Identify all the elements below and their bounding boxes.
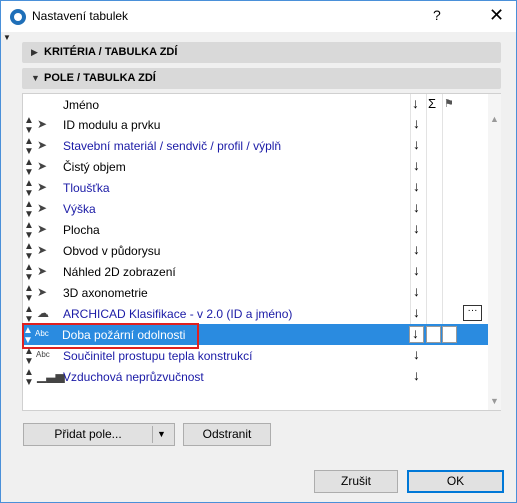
drag-handle-icon[interactable]: ▲ ▼ [24,179,34,199]
section-fields-label: POLE / TABULKA ZDÍ [44,72,156,84]
close-button[interactable]: ✕ [489,5,504,26]
scroll-up-icon[interactable]: ▲ [490,114,499,124]
field-name: Stavební materiál / sendvič / profil / v… [63,139,282,153]
table-row[interactable]: ▲ ▼ ➤ Stavební materiál / sendvič / profi… [23,135,488,157]
section-fields-header[interactable]: ▼ POLE / TABULKA ZDÍ [22,68,501,89]
field-name: Vzduchová neprůzvučnost [63,370,204,384]
field-name: ID modulu a prvku [63,118,161,132]
sum-column-header[interactable]: Σ [428,96,436,111]
sort-arrow[interactable]: ↓ [413,283,420,299]
cursor-icon: ➤ [37,243,48,257]
cancel-button[interactable]: Zrušit [314,470,398,493]
section-criteria-label: KRITÉRIA / TABULKA ZDÍ [44,46,178,58]
table-row[interactable]: ▲ ▼ ➤ Plocha ↓ [23,219,488,241]
table-row[interactable]: ▲ ▼ ➤ Náhled 2D zobrazení ↓ [23,261,488,283]
table-row[interactable]: ▲ ▼ ➤ Tloušťka ↓ [23,177,488,199]
drag-handle-icon[interactable]: ▲ ▼ [24,284,34,304]
cursor-icon: ➤ [37,138,48,152]
table-row[interactable]: ▲ ▼ ➤ ID modulu a prvku ↓ [23,114,488,136]
chevron-right-icon: ▶ [31,47,38,57]
bars-icon: ▁▃▅ [37,369,65,383]
drag-handle-icon[interactable]: ▲ ▼ [24,242,34,262]
title-bar: Nastavení tabulek ? ✕ [1,1,516,32]
cursor-icon: ➤ [37,285,48,299]
drag-handle-icon[interactable]: ▲ ▼ [24,305,34,325]
field-name: Součinitel prostupu tepla konstrukcí [63,349,253,363]
cursor-icon: ➤ [37,117,48,131]
vertical-scrollbar[interactable]: ▲ ▼ [488,94,501,410]
field-name: Náhled 2D zobrazení [63,265,176,279]
sort-arrow[interactable]: ↓ [413,115,420,131]
sort-arrow[interactable]: ↓ [413,304,420,320]
fields-table: Jméno ↓ Σ ⚑ ▲ ▼ ➤ ID modulu a prvku ↓ ▲ ▼ … [22,93,501,411]
flag-checkbox[interactable] [442,326,457,343]
sum-checkbox[interactable] [426,326,441,343]
sort-arrow[interactable]: ↓ [413,367,420,383]
abc-icon: Abc [36,350,50,359]
archicad-app-icon [10,9,26,25]
table-header: Jméno ↓ Σ ⚑ [23,94,488,114]
drag-handle-icon[interactable]: ▲ ▼ [24,116,34,136]
classification-icon: ☁ [37,306,49,320]
sort-arrow[interactable]: ↓ [413,241,420,257]
drag-handle-icon[interactable]: ▲ ▼ [24,221,34,241]
table-row[interactable]: ▲ ▼ Abc Součinitel prostupu tepla konstru… [23,345,488,367]
sort-arrow[interactable]: ↓ [413,136,420,152]
drag-handle-icon[interactable]: ▲ ▼ [24,137,34,157]
drag-handle-icon[interactable]: ▲ ▼ [24,158,34,178]
sort-arrow[interactable]: ↓ [413,178,420,194]
sort-arrow[interactable]: ↓ [413,346,420,362]
field-name: Výška [63,202,96,216]
sort-arrow[interactable]: ↓ [412,325,419,341]
field-name: 3D axonometrie [63,286,148,300]
drag-handle-icon[interactable]: ▲ ▼ [24,263,34,283]
table-row[interactable]: ▲ ▼ ➤ Čistý objem ↓ [23,156,488,178]
cursor-icon: ➤ [37,222,48,236]
section-criteria-header[interactable]: ▶ KRITÉRIA / TABULKA ZDÍ [22,42,501,63]
dropdown-arrow-icon[interactable]: ▼ [157,424,166,445]
sort-arrow[interactable]: ↓ [413,199,420,215]
add-field-label: Přidat pole... [54,427,122,441]
cursor-icon: ➤ [37,159,48,173]
drag-handle-icon[interactable]: ▲ ▼ [24,200,34,220]
cursor-icon: ➤ [37,264,48,278]
field-name: Tloušťka [63,181,110,195]
sort-column-header[interactable]: ↓ [412,95,419,111]
settings-dialog: Nastavení tabulek ? ✕ ▼ ▶ KRITÉRIA / TAB… [0,0,517,503]
table-row[interactable]: ▲ ▼ ➤ 3D axonometrie ↓ [23,282,488,304]
field-name: Obvod v půdorysu [63,244,161,258]
sort-arrow[interactable]: ↓ [413,220,420,236]
sort-arrow[interactable]: ↓ [413,262,420,278]
scroll-down-icon[interactable]: ▼ [490,396,499,406]
drag-handle-icon[interactable]: ▲ ▼ [24,368,34,388]
column-name-header: Jméno [63,98,100,112]
table-row[interactable]: ▲ ▼ ➤ Obvod v půdorysu ↓ [23,240,488,262]
drag-handle-icon[interactable]: ▲ ▼ [24,347,34,367]
chevron-down-icon: ▼ [31,73,40,83]
table-row[interactable]: ▲ ▼ ▁▃▅ Vzduchová neprůzvučnost ↓ [23,366,488,388]
cursor-icon: ➤ [37,180,48,194]
ok-button[interactable]: OK [407,470,504,493]
sort-arrow[interactable]: ↓ [413,157,420,173]
flag-column-header[interactable]: ⚑ [444,97,454,110]
dropdown-marker-icon: ▼ [3,33,11,42]
add-field-button[interactable]: Přidat pole... ▼ [23,423,175,446]
field-name: Čistý objem [63,160,126,174]
window-title: Nastavení tabulek [32,9,129,23]
table-row[interactable]: ▲ ▼ ➤ Výška ↓ [23,198,488,220]
remove-button[interactable]: Odstranit [183,423,271,446]
split-divider [152,426,153,443]
cursor-icon: ➤ [37,201,48,215]
field-name: Plocha [63,223,100,237]
more-options-button[interactable]: ··· [463,305,482,321]
help-button[interactable]: ? [433,7,441,23]
field-name: ARCHICAD Klasifikace - v 2.0 (ID a jméno… [63,307,293,321]
table-row[interactable]: ▲ ▼ ☁ ARCHICAD Klasifikace - v 2.0 (ID a … [23,303,488,325]
